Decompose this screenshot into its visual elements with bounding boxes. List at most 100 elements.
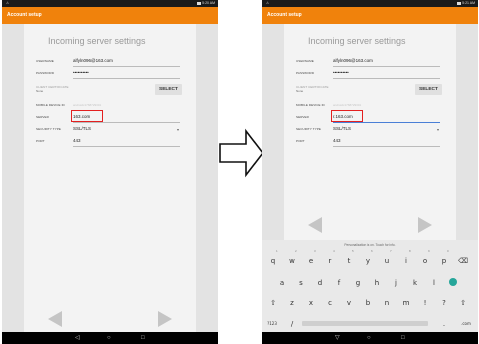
key-d[interactable]: d [312, 274, 328, 290]
device-id-value: androidc1768729301 [333, 103, 362, 107]
username-label: USERNAME [296, 59, 314, 63]
port-field[interactable]: 443 [333, 138, 341, 143]
username-label: USERNAME [36, 59, 54, 63]
page-title: Incoming server settings [308, 36, 406, 46]
server-row: SERVER 163.com [36, 112, 184, 124]
home-icon[interactable]: ○ [367, 334, 371, 342]
key-q[interactable]: q [265, 252, 281, 268]
shift-key[interactable]: ⇧ [265, 294, 281, 310]
key-hint-9: 9 [428, 249, 430, 253]
key-n[interactable]: n [379, 294, 395, 310]
dotcom-key[interactable]: .com [458, 315, 474, 331]
client-certificate-value: None [296, 89, 304, 93]
key-hint-2: 2 [295, 249, 297, 253]
transition-arrow-icon [219, 128, 265, 178]
key-w[interactable]: w [284, 252, 300, 268]
key-u[interactable]: u [379, 252, 395, 268]
key-h[interactable]: h [369, 274, 385, 290]
server-settings-form: Incoming server settings USERNAME alfyln… [24, 24, 196, 334]
select-certificate-button[interactable]: SELECT [415, 84, 442, 95]
key-j[interactable]: j [388, 274, 404, 290]
device-id-row: MOBILE DEVICE ID androidc1768729301 [36, 100, 184, 112]
security-type-row[interactable]: SECURITY TYPE SSL/TLS ▾ [36, 124, 184, 136]
server-highlight-box [71, 110, 103, 122]
password-field[interactable]: •••••••••• [73, 70, 89, 75]
soft-keyboard: Personalization is on. Touch for info. q… [262, 240, 478, 332]
security-type-label: SECURITY TYPE [36, 127, 62, 131]
key-r[interactable]: r [322, 252, 338, 268]
server-label: SERVER [36, 115, 49, 119]
enter-key[interactable] [445, 274, 461, 290]
security-type-row[interactable]: SECURITY TYPE SSL/TLS ▾ [296, 124, 444, 136]
recent-apps-icon[interactable]: □ [401, 334, 405, 342]
shift-key[interactable]: ⇧ [455, 294, 471, 310]
previous-button[interactable] [48, 311, 62, 327]
security-type-select[interactable]: SSL/TLS [73, 126, 91, 131]
clock: 5:20 AM [202, 1, 215, 5]
key-o[interactable]: o [417, 252, 433, 268]
key-x[interactable]: x [303, 294, 319, 310]
key-g[interactable]: g [350, 274, 366, 290]
key-s[interactable]: s [293, 274, 309, 290]
question-key[interactable]: ? [436, 294, 452, 310]
key-e[interactable]: e [303, 252, 319, 268]
period-key[interactable]: . [436, 315, 452, 331]
slash-key[interactable]: / [284, 315, 300, 331]
keyboard-suggestion-bar[interactable]: Personalization is on. Touch for info. [262, 241, 478, 249]
username-field[interactable]: alfyln096@163.com [333, 58, 373, 63]
port-row: PORT 443 [36, 136, 184, 148]
next-button[interactable] [158, 311, 172, 327]
key-m[interactable]: m [398, 294, 414, 310]
key-hint-8: 8 [409, 249, 411, 253]
battery-icon [457, 1, 462, 5]
previous-button[interactable] [308, 217, 322, 233]
server-row: SERVER r.163.com [296, 112, 444, 124]
exclamation-key[interactable]: ! [417, 294, 433, 310]
security-type-select[interactable]: SSL/TLS [333, 126, 351, 131]
backspace-key[interactable]: ⌫ [455, 252, 471, 268]
key-y[interactable]: y [360, 252, 376, 268]
password-label: PASSWORD [296, 71, 315, 75]
key-p[interactable]: p [436, 252, 452, 268]
go-icon [449, 278, 457, 286]
back-icon[interactable]: ◁ [75, 334, 80, 342]
dropdown-caret-icon: ▾ [176, 127, 179, 132]
key-i[interactable]: i [398, 252, 414, 268]
port-field[interactable]: 443 [73, 138, 81, 143]
username-field[interactable]: alfyln096@163.com [73, 58, 113, 63]
home-icon[interactable]: ○ [107, 334, 111, 342]
key-v[interactable]: v [341, 294, 357, 310]
key-a[interactable]: a [274, 274, 290, 290]
password-field[interactable]: •••••••••• [333, 70, 349, 75]
page-title: Incoming server settings [48, 36, 146, 46]
key-hint-6: 6 [371, 249, 373, 253]
key-l[interactable]: l [426, 274, 442, 290]
device-id-row: MOBILE DEVICE ID androidc1768729301 [296, 100, 444, 112]
client-certificate-value: None [36, 89, 44, 93]
select-certificate-button[interactable]: SELECT [155, 84, 182, 95]
key-b[interactable]: b [360, 294, 376, 310]
key-z[interactable]: z [284, 294, 300, 310]
next-button[interactable] [418, 217, 432, 233]
navigation-bar: ▽ ○ □ [262, 332, 478, 344]
device-id-label: MOBILE DEVICE ID [36, 103, 65, 107]
clock: 5:21 AM [462, 1, 475, 5]
status-bar: ⚠ 5:20 AM [2, 0, 218, 7]
password-row: PASSWORD •••••••••• [296, 68, 444, 80]
keyboard-row-4: ?123 / . .com [262, 315, 478, 331]
key-c[interactable]: c [322, 294, 338, 310]
symbols-key[interactable]: ?123 [264, 315, 280, 331]
space-key[interactable] [302, 321, 428, 326]
security-type-label: SECURITY TYPE [296, 127, 322, 131]
key-k[interactable]: k [407, 274, 423, 290]
key-f[interactable]: f [331, 274, 347, 290]
right-device-screen: ⚠ 5:21 AM Account setup Incoming server … [262, 0, 478, 344]
client-certificate-row: CLIENT CERTIFICATE None SELECT [36, 82, 184, 98]
keyboard-row-3: ⇧ z x c v b n m!? ⇧ [262, 294, 478, 310]
key-t[interactable]: t [341, 252, 357, 268]
device-id-label: MOBILE DEVICE ID [296, 103, 325, 107]
key-hint-1: 1 [276, 249, 278, 253]
recent-apps-icon[interactable]: □ [141, 334, 145, 342]
port-label: PORT [36, 139, 45, 143]
hide-keyboard-icon[interactable]: ▽ [335, 334, 340, 342]
